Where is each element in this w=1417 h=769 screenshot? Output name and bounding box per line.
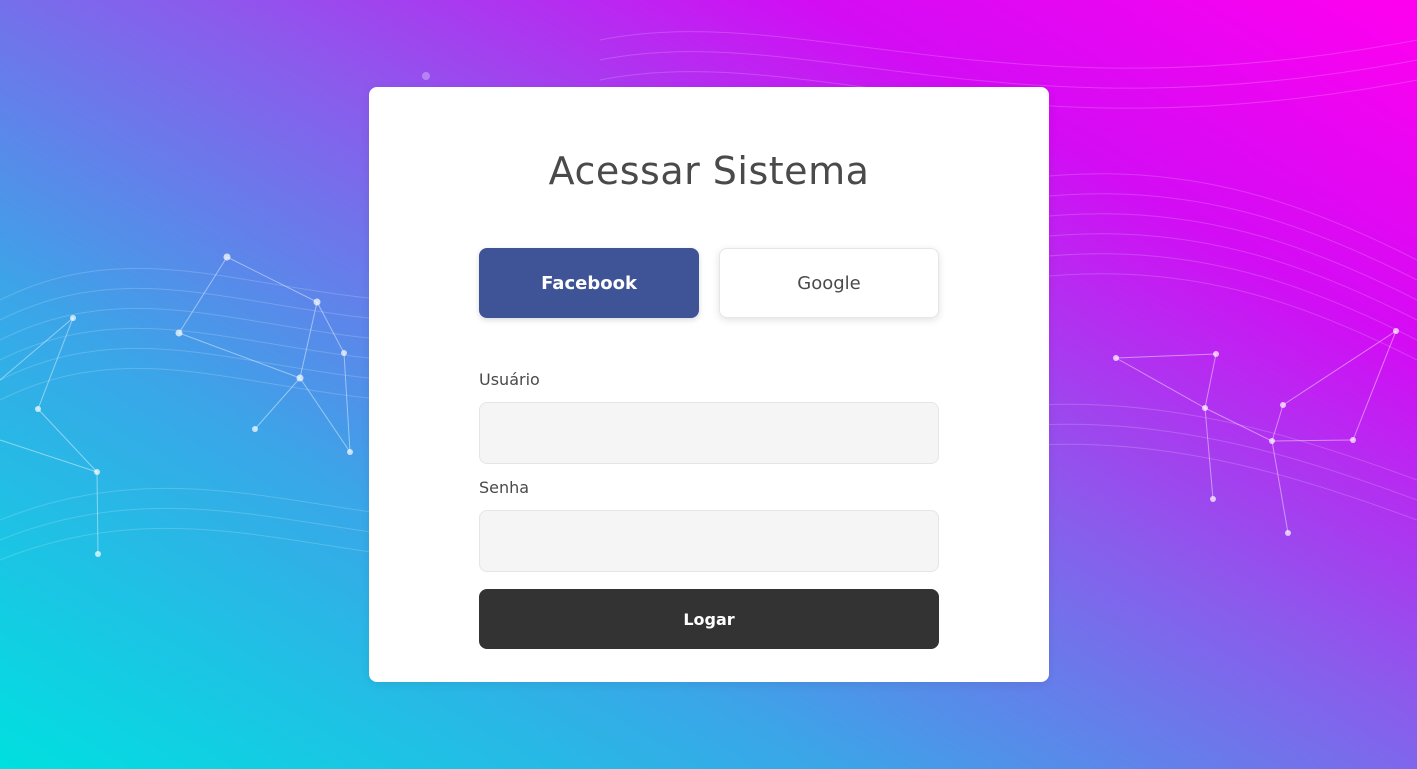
page-title: Acessar Sistema — [548, 149, 870, 193]
username-input[interactable] — [479, 402, 939, 464]
password-input[interactable] — [479, 510, 939, 572]
google-login-button[interactable]: Google — [719, 248, 939, 318]
password-label: Senha — [479, 478, 530, 497]
username-label: Usuário — [479, 370, 540, 389]
login-button[interactable]: Logar — [479, 589, 939, 649]
facebook-login-button[interactable]: Facebook — [479, 248, 699, 318]
login-card: Acessar Sistema Facebook Google Usuário … — [369, 87, 1049, 682]
